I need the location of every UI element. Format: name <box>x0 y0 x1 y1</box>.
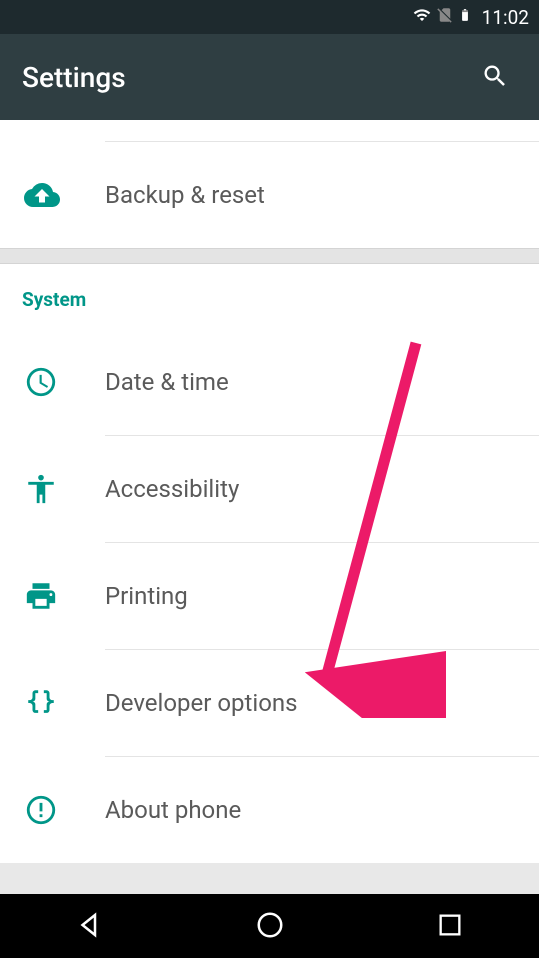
row-accessibility[interactable]: Accessibility <box>0 436 539 542</box>
row-label: Printing <box>105 582 539 610</box>
row-backup-reset[interactable]: Backup & reset <box>0 142 539 248</box>
section-header-system: System <box>0 264 539 329</box>
section-divider <box>0 248 539 264</box>
search-button[interactable] <box>473 54 517 101</box>
section-system: Date & time Accessibility Printing Devel… <box>0 329 539 863</box>
row-label: Date & time <box>105 368 539 396</box>
nav-recent-button[interactable] <box>396 899 504 954</box>
back-icon <box>75 928 105 943</box>
code-braces-icon <box>0 686 105 720</box>
status-icons <box>412 4 472 30</box>
app-bar: Settings <box>0 34 539 120</box>
battery-icon <box>458 4 472 30</box>
printer-icon <box>0 579 105 613</box>
status-bar: 11:02 <box>0 0 539 34</box>
row-label: Accessibility <box>105 475 539 503</box>
partial-row-divider <box>105 120 539 142</box>
row-developer-options[interactable]: Developer options <box>0 650 539 756</box>
recent-apps-icon <box>436 927 464 942</box>
row-label: About phone <box>105 796 539 824</box>
row-label: Backup & reset <box>105 181 539 209</box>
home-icon <box>255 928 285 943</box>
settings-content: Backup & reset System Date & time Access… <box>0 120 539 894</box>
row-about-phone[interactable]: About phone <box>0 757 539 863</box>
status-clock: 11:02 <box>482 6 529 29</box>
row-label: Developer options <box>105 689 539 717</box>
cloud-upload-icon <box>0 177 105 213</box>
clock-icon <box>0 365 105 399</box>
navigation-bar <box>0 894 539 958</box>
nav-home-button[interactable] <box>215 898 325 955</box>
row-date-time[interactable]: Date & time <box>0 329 539 435</box>
section-personal-tail: Backup & reset <box>0 120 539 248</box>
row-printing[interactable]: Printing <box>0 543 539 649</box>
page-title: Settings <box>22 61 126 94</box>
wifi-icon <box>412 6 432 28</box>
info-icon <box>0 793 105 827</box>
accessibility-icon <box>0 472 105 506</box>
nav-back-button[interactable] <box>35 898 145 955</box>
no-sim-icon <box>436 5 454 29</box>
search-icon <box>481 78 509 93</box>
